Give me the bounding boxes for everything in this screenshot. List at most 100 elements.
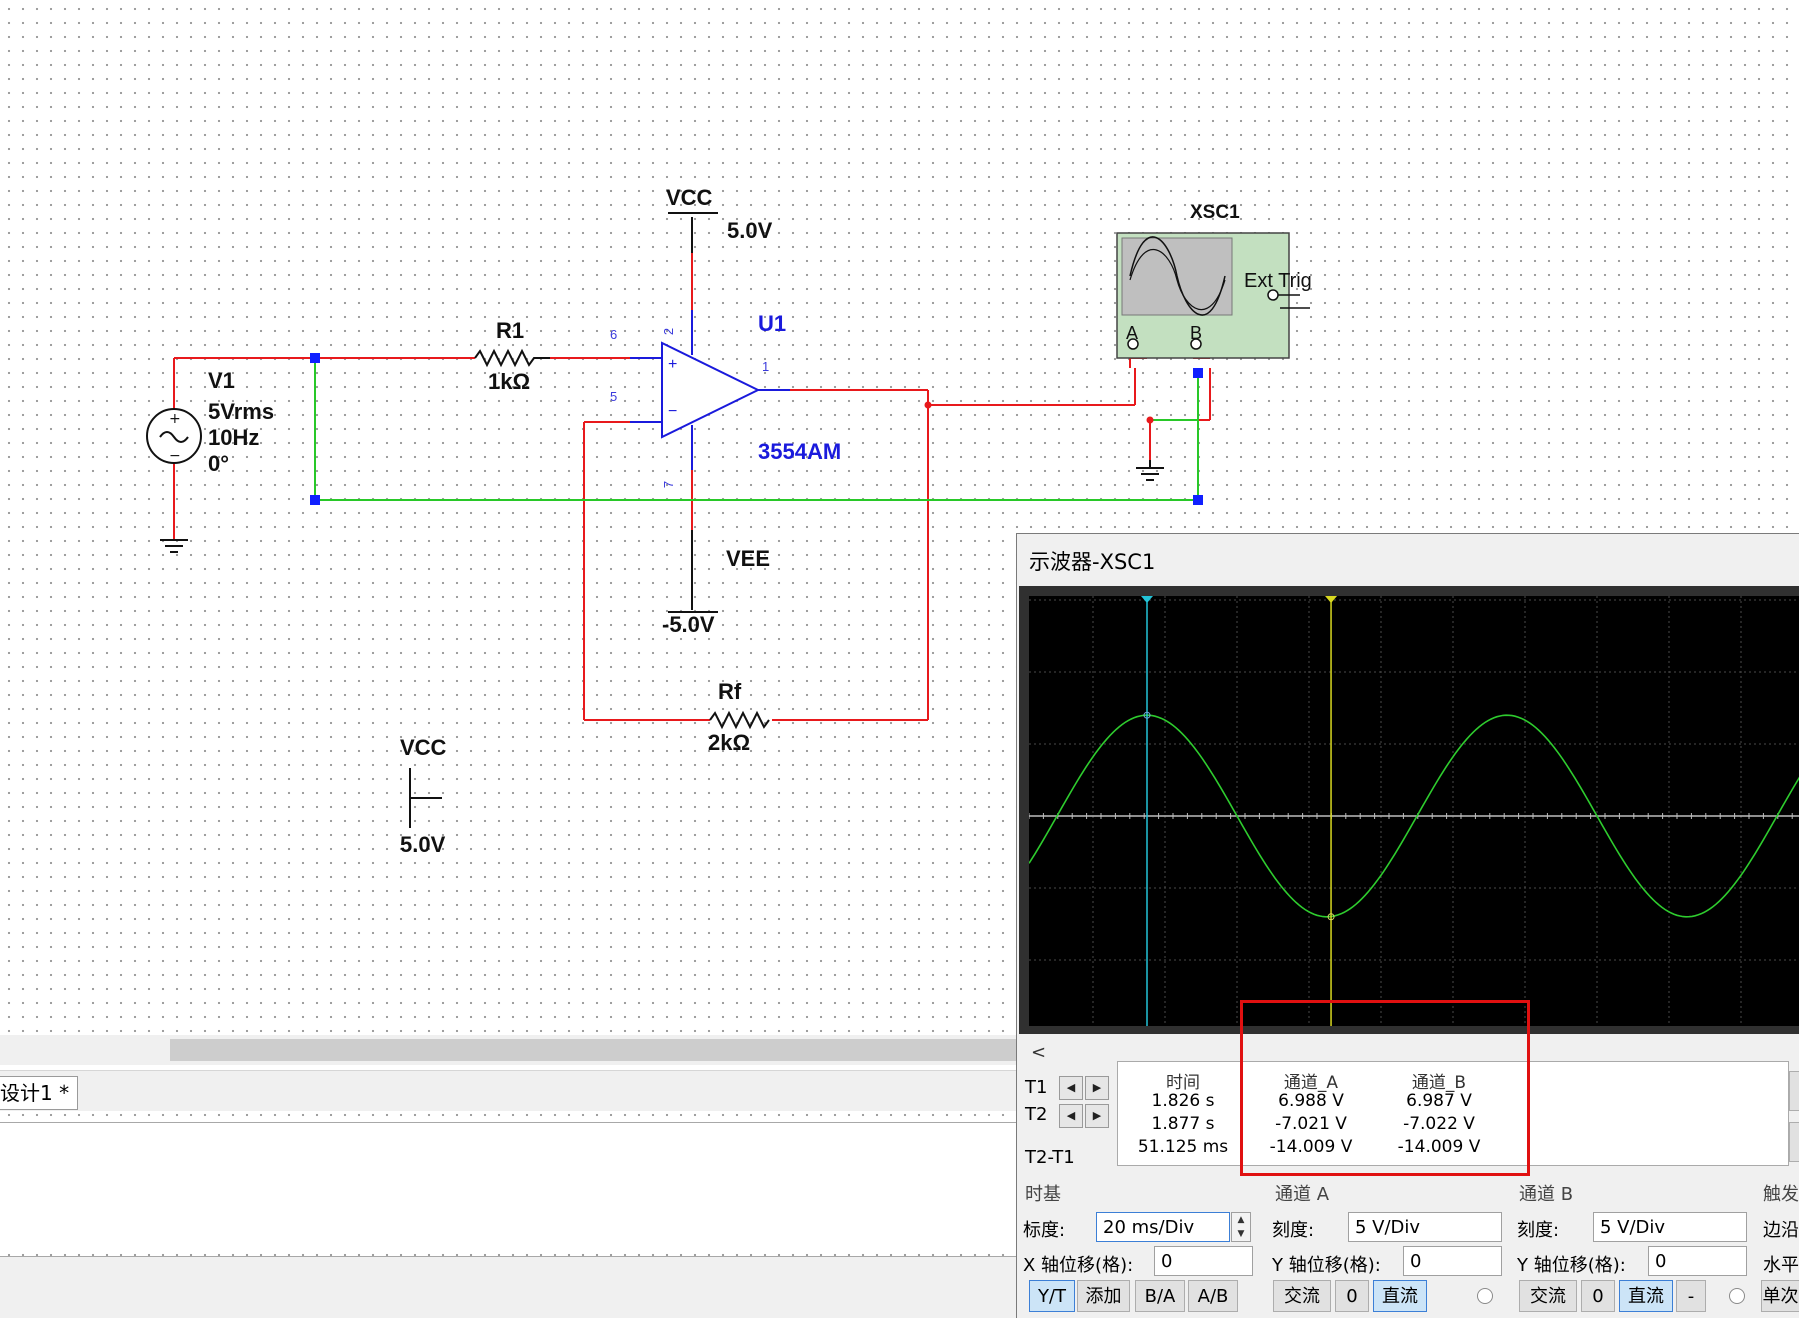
timebase-xpos-field[interactable]: 0 bbox=[1154, 1246, 1253, 1276]
document-tab-bar: 设计1 * bbox=[0, 1070, 1020, 1111]
reverse-button[interactable] bbox=[1789, 1071, 1799, 1111]
vcc2-voltage: 5.0V bbox=[400, 832, 446, 857]
ext-trig-label: Ext Trig bbox=[1244, 270, 1312, 292]
channel-b-zero-button[interactable]: 0 bbox=[1581, 1280, 1615, 1312]
channel-a-terminal: A bbox=[1126, 323, 1139, 343]
cursor-readout-table: 时间 通道_A 通道_B 1.826 s 6.988 V 6.987 V 1.8… bbox=[1117, 1061, 1789, 1166]
timebase-section-label: 时基 bbox=[1025, 1184, 1061, 1205]
delta-channel-a: -14.009 V bbox=[1269, 1137, 1353, 1157]
opamp-plus: + bbox=[668, 356, 678, 373]
channel-b-terminal: B bbox=[1190, 323, 1203, 343]
col-header-channel-b: 通道_B bbox=[1411, 1073, 1467, 1093]
rf-value: 2kΩ bbox=[708, 730, 751, 755]
timebase-scale-label: 标度: bbox=[1023, 1220, 1066, 1241]
channel-a-ypos-field[interactable]: 0 bbox=[1403, 1246, 1502, 1276]
channel-a-scale-label: 刻度: bbox=[1272, 1220, 1315, 1241]
svg-text:−: − bbox=[169, 448, 181, 464]
timebase-xpos-label: X 轴位移(格): bbox=[1023, 1255, 1134, 1276]
save-button[interactable] bbox=[1789, 1122, 1799, 1162]
scope-name: XSC1 bbox=[1190, 202, 1240, 223]
opamp-name: U1 bbox=[758, 311, 787, 336]
t1-label: T1 bbox=[1025, 1077, 1048, 1098]
vcc2-label: VCC bbox=[400, 735, 447, 760]
channel-b-ypos-label: Y 轴位移(格): bbox=[1517, 1255, 1626, 1276]
trigger-single-button[interactable]: 单次 bbox=[1761, 1280, 1799, 1312]
scope-symbol bbox=[1116, 232, 1310, 359]
pin-5: 5 bbox=[610, 389, 618, 404]
t1-time: 1.826 s bbox=[1151, 1091, 1215, 1111]
pin-1: 1 bbox=[762, 359, 770, 374]
opamp-model: 3554AM bbox=[758, 439, 842, 464]
col-header-channel-a: 通道_A bbox=[1283, 1073, 1339, 1093]
channel-b-ac-button[interactable]: 交流 bbox=[1519, 1280, 1577, 1312]
svg-text:+: + bbox=[169, 411, 181, 427]
vcc-voltage: 5.0V bbox=[727, 218, 773, 243]
scope-trace-area bbox=[1020, 596, 1799, 1033]
t1-channel-a: 6.988 V bbox=[1278, 1091, 1344, 1111]
tab-design1[interactable]: 设计1 * bbox=[0, 1076, 79, 1110]
source-amplitude: 5Vrms bbox=[208, 399, 275, 424]
trigger-level-label: 水平 bbox=[1763, 1255, 1799, 1276]
vee-voltage: -5.0V bbox=[662, 612, 715, 637]
channel-b-ypos-field[interactable]: 0 bbox=[1648, 1246, 1747, 1276]
scroll-thumb[interactable] bbox=[170, 1039, 1020, 1061]
t2-channel-a: -7.021 V bbox=[1275, 1114, 1347, 1134]
vcc-label: VCC bbox=[666, 185, 713, 210]
oscilloscope-title: 示波器-XSC1 bbox=[1029, 550, 1156, 574]
trigger-section-label: 触发 bbox=[1763, 1184, 1799, 1205]
pin-2: 2 bbox=[661, 327, 677, 336]
cursor-t1-handle bbox=[1141, 596, 1153, 603]
ac-source-symbol: + − bbox=[146, 408, 202, 464]
canvas-horizontal-scrollbar[interactable] bbox=[0, 1035, 1020, 1065]
channel-b-scale-field[interactable]: 5 V/Div bbox=[1593, 1212, 1747, 1242]
scope-display-frame bbox=[1019, 586, 1799, 1052]
timebase-scale-field[interactable]: 20 ms/Div bbox=[1096, 1212, 1230, 1242]
pin-6: 6 bbox=[610, 327, 618, 342]
channel-b-dc-button[interactable]: 直流 bbox=[1619, 1280, 1673, 1312]
channel-a-radio[interactable] bbox=[1477, 1288, 1493, 1304]
resistor-rf bbox=[709, 710, 770, 730]
timebase-spinner[interactable]: ▲ ▼ bbox=[1231, 1212, 1251, 1242]
channel-a-dc-button[interactable]: 直流 bbox=[1373, 1280, 1427, 1312]
add-button[interactable]: 添加 bbox=[1077, 1280, 1130, 1312]
opamp-minus: − bbox=[668, 403, 678, 420]
scroll-left-arrow-icon[interactable]: < bbox=[1031, 1042, 1046, 1063]
trigger-edge-label: 边沿 bbox=[1763, 1220, 1799, 1241]
yt-button[interactable]: Y/T bbox=[1029, 1280, 1075, 1312]
channel-a-zero-button[interactable]: 0 bbox=[1335, 1280, 1369, 1312]
col-header-time: 时间 bbox=[1166, 1073, 1200, 1093]
channel-b-radio[interactable] bbox=[1729, 1288, 1745, 1304]
ba-button[interactable]: B/A bbox=[1135, 1280, 1185, 1312]
channel-b-scale-label: 刻度: bbox=[1517, 1220, 1560, 1241]
r1-name: R1 bbox=[496, 318, 525, 343]
t2-left-arrow-icon[interactable]: ◀ bbox=[1059, 1104, 1083, 1128]
spreadsheet-pane bbox=[0, 1122, 1020, 1253]
channel-a-ac-button[interactable]: 交流 bbox=[1273, 1280, 1331, 1312]
vee-label: VEE bbox=[726, 546, 771, 571]
t2-time: 1.877 s bbox=[1151, 1114, 1215, 1134]
source-name: V1 bbox=[208, 368, 235, 393]
channel-a-scale-field[interactable]: 5 V/Div bbox=[1348, 1212, 1502, 1242]
pin-7: 7 bbox=[661, 480, 677, 489]
t2-channel-b: -7.022 V bbox=[1403, 1114, 1475, 1134]
delta-time: 51.125 ms bbox=[1137, 1137, 1229, 1157]
scope-display[interactable] bbox=[1020, 596, 1799, 1033]
ab-button[interactable]: A/B bbox=[1188, 1280, 1238, 1312]
t1-right-arrow-icon[interactable]: ▶ bbox=[1085, 1076, 1109, 1100]
resistor-r1 bbox=[474, 348, 550, 368]
t2-label: T2 bbox=[1025, 1104, 1048, 1125]
t1-left-arrow-icon[interactable]: ◀ bbox=[1059, 1076, 1083, 1100]
channel-b-section-label: 通道 B bbox=[1519, 1184, 1574, 1205]
t2-right-arrow-icon[interactable]: ▶ bbox=[1085, 1104, 1109, 1128]
source-phase: 0° bbox=[208, 451, 230, 476]
channel-a-section-label: 通道 A bbox=[1275, 1184, 1330, 1205]
delta-channel-b: -14.009 V bbox=[1397, 1137, 1481, 1157]
channel-a-ypos-label: Y 轴位移(格): bbox=[1272, 1255, 1381, 1276]
t2-t1-label: T2-T1 bbox=[1025, 1147, 1075, 1168]
oscilloscope-window: 示波器-XSC1 < T1 T2 T2-T1 ◀ ▶ ◀ ▶ 时间 通道_A 通… bbox=[1016, 533, 1799, 1318]
status-bar bbox=[0, 1256, 1020, 1318]
source-frequency: 10Hz bbox=[208, 425, 260, 450]
rf-name: Rf bbox=[718, 679, 742, 704]
t1-channel-b: 6.987 V bbox=[1406, 1091, 1472, 1111]
channel-b-minus-button[interactable]: - bbox=[1676, 1280, 1706, 1312]
